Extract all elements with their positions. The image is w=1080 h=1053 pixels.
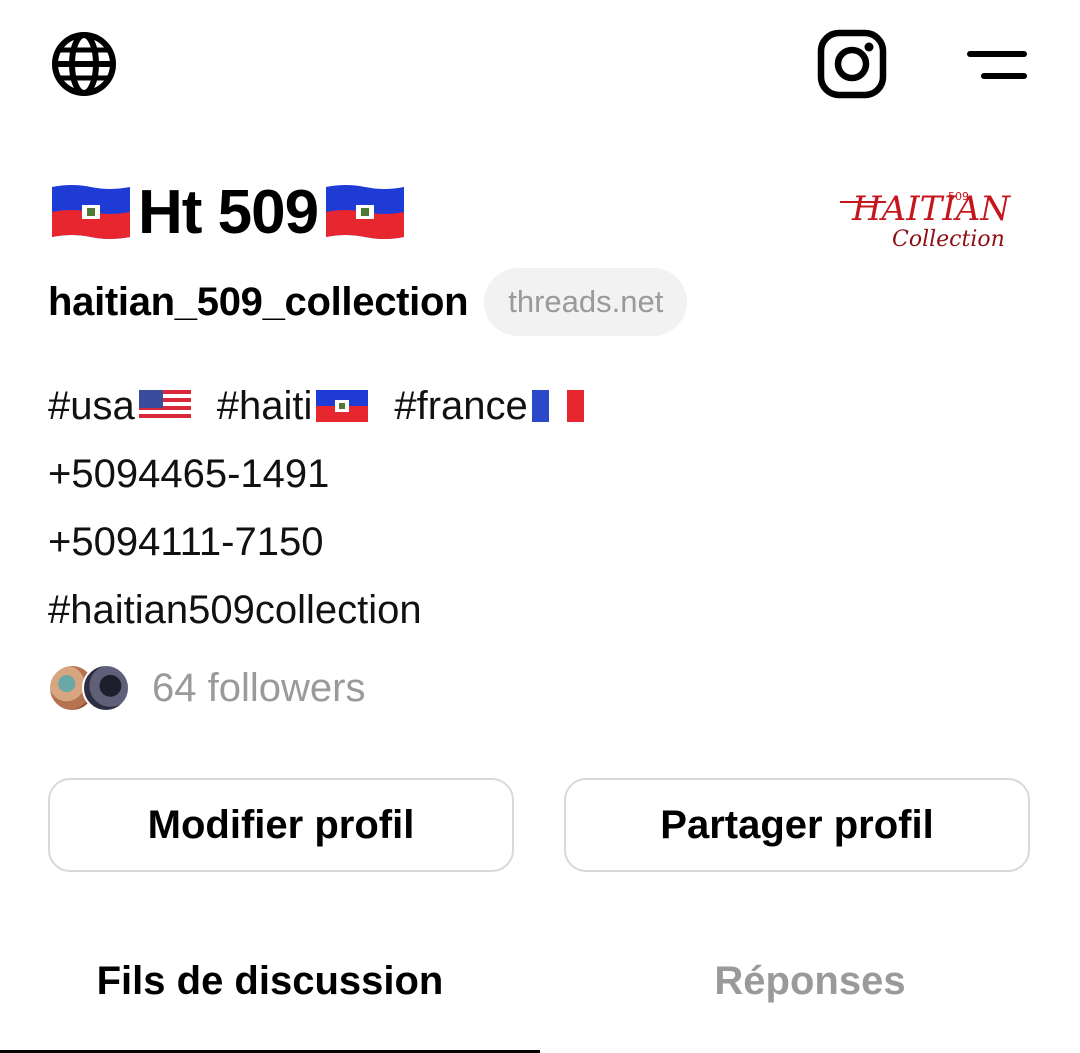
profile-display-name: Ht 509 — [48, 172, 408, 252]
tag-usa-text: #usa — [48, 384, 135, 428]
tag-france-text: #france — [394, 384, 528, 428]
tab-replies[interactable]: Réponses — [540, 938, 1080, 1053]
edit-profile-button[interactable]: Modifier profil — [48, 778, 514, 872]
handle-row: haitian_509_collection threads.net — [48, 264, 688, 340]
bio: #usa #haiti #france +5094465-1491 +50941… — [48, 372, 586, 644]
bio-phone-1[interactable]: +5094465-1491 — [48, 440, 586, 508]
haiti-flag-icon — [326, 185, 405, 239]
svg-text:509: 509 — [948, 190, 969, 203]
haiti-flag-icon — [316, 390, 369, 422]
profile-tabs: Fils de discussion Réponses — [0, 938, 1080, 1053]
usa-flag-icon — [138, 390, 191, 422]
globe-icon[interactable] — [48, 28, 120, 100]
bio-tag[interactable]: #usa — [48, 372, 193, 440]
tag-haiti-text: #haiti — [216, 384, 313, 428]
threads-domain-badge[interactable]: threads.net — [484, 268, 688, 336]
followers-count[interactable]: 64 followers — [152, 666, 365, 711]
bio-hashtag[interactable]: #haitian509collection — [48, 576, 586, 644]
followers-row[interactable]: 64 followers — [48, 656, 365, 720]
bio-tag[interactable]: #france — [394, 372, 585, 440]
menu-icon[interactable] — [958, 36, 1034, 92]
share-profile-button[interactable]: Partager profil — [564, 778, 1030, 872]
follower-avatars — [48, 661, 136, 715]
username: haitian_509_collection — [48, 279, 469, 324]
svg-text:HAITIAN: HAITIAN — [851, 189, 1011, 229]
display-name-text: Ht 509 — [138, 177, 319, 247]
france-flag-icon — [531, 390, 584, 422]
svg-text:Collection: Collection — [892, 227, 1005, 252]
bio-tag[interactable]: #haiti — [217, 372, 371, 440]
instagram-icon[interactable] — [814, 26, 890, 102]
haiti-flag-icon — [52, 185, 130, 239]
tab-threads[interactable]: Fils de discussion — [0, 938, 540, 1053]
bio-phone-2[interactable]: +5094111-7150 — [48, 508, 586, 576]
bio-tags-line: #usa #haiti #france — [48, 372, 586, 440]
profile-logo[interactable]: HAITIAN 509 Collection — [836, 176, 1032, 258]
avatar — [82, 664, 130, 712]
